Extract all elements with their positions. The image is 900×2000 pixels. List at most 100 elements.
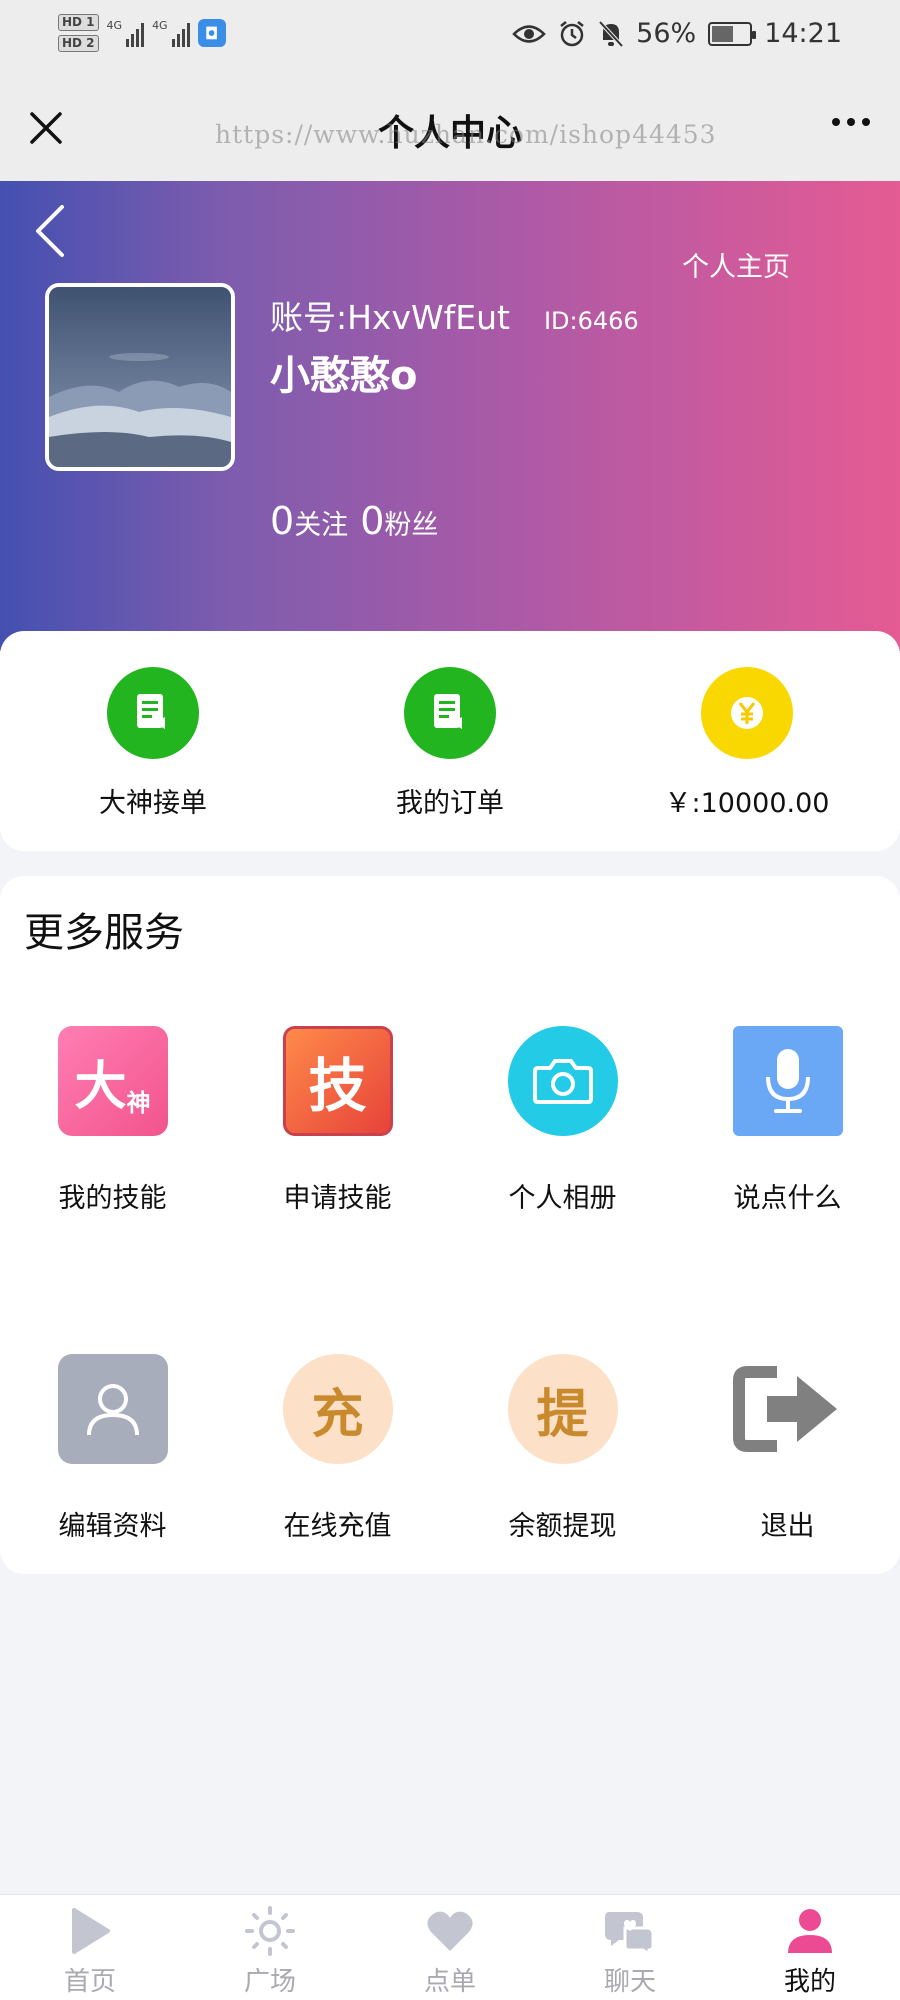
document-glyph [137, 694, 165, 729]
battery-icon [708, 21, 757, 46]
watermark-text: https://www.huzhan.com/ishop44453 [215, 120, 717, 149]
service-label: 余额提现 [508, 1511, 617, 1542]
user-icon [57, 1354, 168, 1464]
camera-icon [507, 1026, 618, 1136]
avatar-image [49, 287, 231, 467]
service-say-something[interactable]: 说点什么 [675, 1026, 900, 1215]
eye-icon [512, 24, 546, 43]
service-apply-skill[interactable]: 技 申请技能 [225, 1026, 450, 1215]
chat-glyph [605, 1912, 655, 1956]
service-my-skills[interactable]: 大 神 我的技能 [0, 1026, 225, 1215]
nav-label: 首页 [63, 1967, 116, 1997]
avatar[interactable] [45, 283, 235, 471]
nav-label: 我的 [783, 1967, 836, 1997]
dot [847, 118, 855, 126]
yen-glyph [731, 697, 763, 729]
logout-icon [732, 1354, 843, 1464]
signal-2-label: 4G [152, 19, 168, 32]
followers-label[interactable]: 粉丝 [384, 503, 438, 542]
nav-item-mine[interactable]: 我的 [720, 1895, 900, 2000]
battery-fill [712, 25, 734, 42]
status-bar-right: 56% 14:21 [512, 18, 842, 49]
service-photo-album[interactable]: 个人相册 [450, 1026, 675, 1215]
service-label: 个人相册 [508, 1183, 617, 1214]
dot [862, 118, 870, 126]
skill-glyph: 技 [308, 1052, 367, 1120]
service-label: 退出 [760, 1511, 815, 1542]
recharge-glyph: 充 [311, 1384, 364, 1445]
yen-coin-icon [701, 667, 793, 759]
heart-glyph [427, 1911, 473, 1951]
title-bar: 个人中心 https://www.huzhan.com/ishop44453 [0, 78, 900, 181]
back-arrow-icon[interactable] [30, 201, 70, 261]
user-id-label: ID:6466 [543, 307, 639, 335]
following-count[interactable]: 0 [270, 499, 294, 543]
clock: 14:21 [764, 18, 842, 49]
follow-stats: 0 关注 0 粉丝 [270, 499, 450, 543]
hd2-badge: HD 2 [58, 35, 99, 52]
skill-badge-icon: 技 [282, 1026, 393, 1136]
user-glyph [86, 1384, 139, 1436]
document-icon [404, 667, 496, 759]
battery-percent: 56% [636, 18, 697, 49]
alarm-icon [560, 20, 584, 46]
account-label: 账号:HxvWfEut [270, 298, 510, 337]
play-icon [0, 1905, 180, 1957]
status-bar-left: HD 1 HD 2 4G 4G ◘ [58, 14, 226, 52]
dashen-badge-icon: 大 神 [57, 1026, 168, 1136]
more-services-card: 更多服务 大 神 我的技能 技 申请技能 个人相册 说点什么 编辑资料 充 在线… [0, 876, 900, 1574]
service-logout[interactable]: 退出 [675, 1354, 900, 1543]
logout-glyph [732, 1366, 837, 1452]
nav-item-home[interactable]: 首页 [0, 1895, 180, 2000]
account-line: 账号:HxvWfEut ID:6466 [270, 291, 639, 339]
nav-item-chat[interactable]: 聊天 [540, 1895, 720, 2000]
services-title: 更多服务 [24, 910, 184, 956]
nickname: 小憨憨o [270, 353, 418, 399]
quick-action-balance[interactable]: ￥:10000.00 [617, 667, 877, 820]
quick-actions-card: 大神接单 我的订单 ￥:10000.00 [0, 631, 900, 851]
service-label: 说点什么 [733, 1183, 842, 1214]
quick-action-my-orders[interactable]: 我的订单 [320, 667, 580, 820]
nav-item-order[interactable]: 点单 [360, 1895, 540, 2000]
status-bar: HD 1 HD 2 4G 4G ◘ 56% 14:21 [0, 0, 900, 78]
quick-action-label: ￥:10000.00 [664, 788, 830, 819]
document-icon [107, 667, 199, 759]
dot [832, 118, 840, 126]
camera-glyph [532, 1059, 593, 1104]
followers-count[interactable]: 0 [360, 499, 384, 543]
service-withdraw-balance[interactable]: 提 余额提现 [450, 1354, 675, 1543]
service-edit-profile[interactable]: 编辑资料 [0, 1354, 225, 1543]
microphone-icon [732, 1026, 843, 1136]
signal-1-label: 4G [106, 19, 123, 32]
signal-1-icon: 4G [107, 19, 145, 47]
heart-icon [360, 1905, 540, 1957]
service-label: 申请技能 [283, 1183, 392, 1214]
nav-label: 点单 [423, 1967, 476, 1997]
more-options-button[interactable] [832, 118, 870, 126]
service-label: 在线充值 [283, 1511, 392, 1542]
user-glyph [788, 1909, 832, 1953]
quick-action-dashen-orders[interactable]: 大神接单 [23, 667, 283, 820]
microphone-glyph [765, 1049, 810, 1113]
nav-label: 聊天 [603, 1967, 656, 1997]
profile-header: 个人主页 账号:HxvWfEut ID:6466 小憨憨o 0 关注 0 粉丝 [0, 181, 900, 651]
hd1-badge: HD 1 [58, 14, 99, 31]
dashen-small-glyph: 神 [126, 1089, 151, 1117]
quick-action-label: 我的订单 [396, 788, 504, 819]
quick-action-label: 大神接单 [99, 788, 207, 819]
service-online-recharge[interactable]: 充 在线充值 [225, 1354, 450, 1543]
hd-indicators: HD 1 HD 2 [58, 14, 99, 52]
signal-2-icon: 4G [152, 19, 190, 47]
sun-icon [180, 1905, 360, 1957]
personal-homepage-link[interactable]: 个人主页 [682, 245, 790, 284]
document-glyph [434, 694, 462, 729]
user-icon [720, 1905, 900, 1957]
mute-bell-icon [598, 20, 624, 47]
withdraw-icon: 提 [507, 1354, 618, 1464]
recharge-icon: 充 [282, 1354, 393, 1464]
nav-item-square[interactable]: 广场 [180, 1895, 360, 2000]
app-notification-icon: ◘ [197, 19, 226, 47]
service-label: 编辑资料 [58, 1511, 167, 1542]
sun-glyph [245, 1906, 295, 1956]
following-label[interactable]: 关注 [294, 503, 348, 542]
